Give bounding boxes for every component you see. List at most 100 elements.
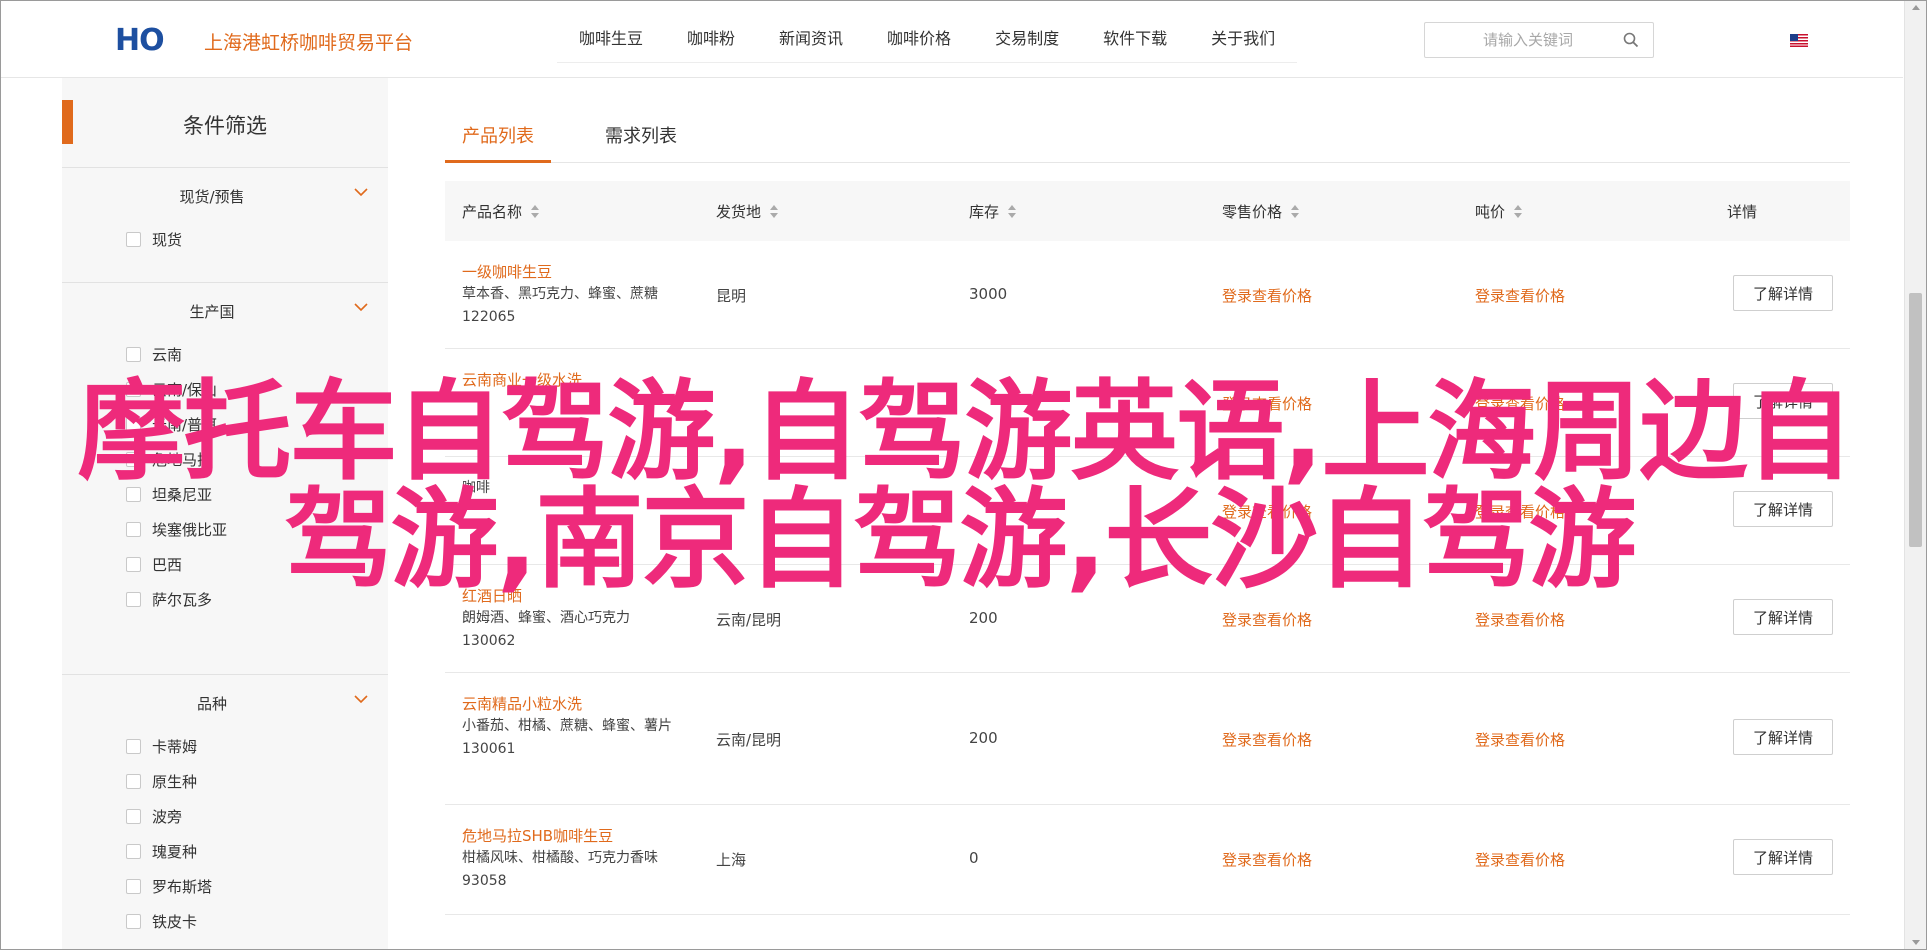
table-header: 产品名称 发货地 库存 零售价格 吨价 详情 bbox=[445, 181, 1850, 241]
filter-option[interactable]: 卡蒂姆 bbox=[62, 729, 388, 764]
scroll-down-arrow-icon[interactable] bbox=[1912, 940, 1920, 945]
filter-group-header[interactable]: 生产国 bbox=[62, 283, 388, 337]
filter-option[interactable]: 瑰夏种 bbox=[62, 834, 388, 869]
filter-option[interactable]: 萨尔瓦多 bbox=[62, 582, 388, 617]
ton-price-link[interactable]: 登录查看价格 bbox=[1475, 501, 1565, 522]
column-header-product-name[interactable]: 产品名称 bbox=[462, 201, 540, 222]
checkbox[interactable] bbox=[126, 844, 141, 859]
checkbox[interactable] bbox=[126, 774, 141, 789]
product-name-link[interactable]: 云南商业一级水洗 bbox=[462, 369, 677, 391]
filter-option[interactable]: 巴西 bbox=[62, 547, 388, 582]
nav-item-about-us[interactable]: 关于我们 bbox=[1189, 21, 1297, 62]
product-flavor: 小番茄、柑橘、蔗糖、蜂蜜、薯片 bbox=[462, 718, 672, 734]
retail-price-link[interactable]: 登录查看价格 bbox=[1222, 609, 1312, 630]
scroll-up-arrow-icon[interactable] bbox=[1912, 5, 1920, 10]
filter-option[interactable]: 埃塞俄比亚 bbox=[62, 512, 388, 547]
filter-group-header[interactable]: 品种 bbox=[62, 675, 388, 729]
checkbox[interactable] bbox=[126, 739, 141, 754]
detail-button[interactable]: 了解详情 bbox=[1733, 839, 1833, 875]
filter-group-header[interactable]: 现货/预售 bbox=[62, 168, 388, 222]
ton-price-link[interactable]: 登录查看价格 bbox=[1475, 609, 1565, 630]
search-icon[interactable] bbox=[1623, 32, 1639, 48]
nav-item-software-download[interactable]: 软件下载 bbox=[1081, 21, 1189, 62]
column-header-label: 吨价 bbox=[1475, 203, 1506, 221]
nav-item-news[interactable]: 新闻资讯 bbox=[757, 21, 865, 62]
retail-price-link[interactable]: 登录查看价格 bbox=[1222, 285, 1312, 306]
sidebar-header: 条件筛选 bbox=[62, 78, 388, 168]
checkbox[interactable] bbox=[126, 592, 141, 607]
checkbox[interactable] bbox=[126, 347, 141, 362]
nav-item-trading-rules[interactable]: 交易制度 bbox=[973, 21, 1081, 62]
checkbox[interactable] bbox=[126, 914, 141, 929]
column-header-retail-price[interactable]: 零售价格 bbox=[1222, 201, 1300, 222]
ton-price-link[interactable]: 登录查看价格 bbox=[1475, 849, 1565, 870]
nav-item-coffee-powder[interactable]: 咖啡粉 bbox=[665, 21, 757, 62]
column-header-origin[interactable]: 发货地 bbox=[716, 201, 779, 222]
retail-price-link[interactable]: 登录查看价格 bbox=[1222, 393, 1312, 414]
chevron-down-icon[interactable] bbox=[353, 301, 369, 313]
filter-option[interactable]: 云南 bbox=[62, 337, 388, 372]
sort-icon[interactable] bbox=[1514, 204, 1523, 219]
column-header-label: 产品名称 bbox=[462, 203, 523, 221]
filter-option[interactable]: 坦桑尼亚 bbox=[62, 477, 388, 512]
active-tab-indicator bbox=[445, 160, 551, 163]
filter-option[interactable]: 原生种 bbox=[62, 764, 388, 799]
sort-icon[interactable] bbox=[531, 204, 540, 219]
scrollbar-thumb[interactable] bbox=[1909, 293, 1922, 547]
tab-demand-list[interactable]: 需求列表 bbox=[605, 122, 677, 148]
checkbox[interactable] bbox=[126, 417, 141, 432]
filter-option-label: 萨尔瓦多 bbox=[152, 591, 213, 609]
chevron-down-icon[interactable] bbox=[353, 186, 369, 198]
nav-item-coffee-price[interactable]: 咖啡价格 bbox=[865, 21, 973, 62]
column-header-ton-price[interactable]: 吨价 bbox=[1475, 201, 1523, 222]
us-flag-icon[interactable] bbox=[1790, 34, 1808, 47]
sort-icon[interactable] bbox=[1291, 204, 1300, 219]
checkbox[interactable] bbox=[126, 809, 141, 824]
filter-option[interactable]: 现货 bbox=[62, 222, 388, 257]
product-flavor: 草本香、黑巧克力、蜂蜜、蔗糖 bbox=[462, 286, 658, 302]
sort-icon[interactable] bbox=[1008, 204, 1017, 219]
detail-button[interactable]: 了解详情 bbox=[1733, 599, 1833, 635]
checkbox[interactable] bbox=[126, 487, 141, 502]
stock-cell: 200 bbox=[969, 609, 998, 627]
site-title[interactable]: 上海港虹桥咖啡贸易平台 bbox=[204, 28, 413, 55]
detail-button[interactable]: 了解详情 bbox=[1733, 275, 1833, 311]
filter-option[interactable]: 危地马拉 bbox=[62, 442, 388, 477]
nav-item-green-beans[interactable]: 咖啡生豆 bbox=[557, 21, 665, 62]
retail-price-link[interactable]: 登录查看价格 bbox=[1222, 849, 1312, 870]
retail-price-link[interactable]: 登录查看价格 bbox=[1222, 501, 1312, 522]
detail-button[interactable]: 了解详情 bbox=[1733, 383, 1833, 419]
ton-price-link[interactable]: 登录查看价格 bbox=[1475, 729, 1565, 750]
ton-price-link[interactable]: 登录查看价格 bbox=[1475, 393, 1565, 414]
filter-option[interactable]: 铁皮卡 bbox=[62, 904, 388, 939]
product-name-link[interactable]: 危地马拉SHB咖啡生豆 bbox=[462, 825, 677, 847]
table-row: 一级咖啡生豆 草本香、黑巧克力、蜂蜜、蔗糖 122065 昆明 3000 登录查… bbox=[445, 241, 1850, 349]
ton-price-link[interactable]: 登录查看价格 bbox=[1475, 285, 1565, 306]
filter-option[interactable]: 云南/普洱 bbox=[62, 407, 388, 442]
detail-button[interactable]: 了解详情 bbox=[1733, 491, 1833, 527]
checkbox[interactable] bbox=[126, 232, 141, 247]
product-code: 122065 bbox=[462, 309, 516, 325]
sort-icon[interactable] bbox=[770, 204, 779, 219]
chevron-down-icon[interactable] bbox=[353, 693, 369, 705]
checkbox[interactable] bbox=[126, 452, 141, 467]
filter-group-origin-country: 生产国 云南 云南/保山 云南/普洱 危地马拉 坦桑尼亚 埃塞俄比亚 巴西 萨尔… bbox=[62, 283, 388, 675]
filter-option[interactable]: 罗布斯塔 bbox=[62, 869, 388, 904]
tab-product-list[interactable]: 产品列表 bbox=[462, 122, 534, 148]
retail-price-link[interactable]: 登录查看价格 bbox=[1222, 729, 1312, 750]
checkbox[interactable] bbox=[126, 522, 141, 537]
filter-option[interactable]: 云南/保山 bbox=[62, 372, 388, 407]
product-name-link[interactable]: 一级咖啡生豆 bbox=[462, 261, 677, 283]
filter-option[interactable]: 波旁 bbox=[62, 799, 388, 834]
detail-button[interactable]: 了解详情 bbox=[1733, 719, 1833, 755]
column-header-stock[interactable]: 库存 bbox=[969, 201, 1017, 222]
checkbox[interactable] bbox=[126, 557, 141, 572]
product-name-link[interactable]: 红酒日晒 bbox=[462, 585, 677, 607]
vertical-scrollbar[interactable] bbox=[1904, 1, 1926, 949]
site-logo[interactable]: HO bbox=[115, 23, 165, 58]
filter-group-title: 生产国 bbox=[189, 303, 235, 321]
product-name-link[interactable]: 云南精品小粒水洗 bbox=[462, 693, 672, 715]
checkbox[interactable] bbox=[126, 879, 141, 894]
search-input[interactable] bbox=[1425, 23, 1615, 57]
checkbox[interactable] bbox=[126, 382, 141, 397]
